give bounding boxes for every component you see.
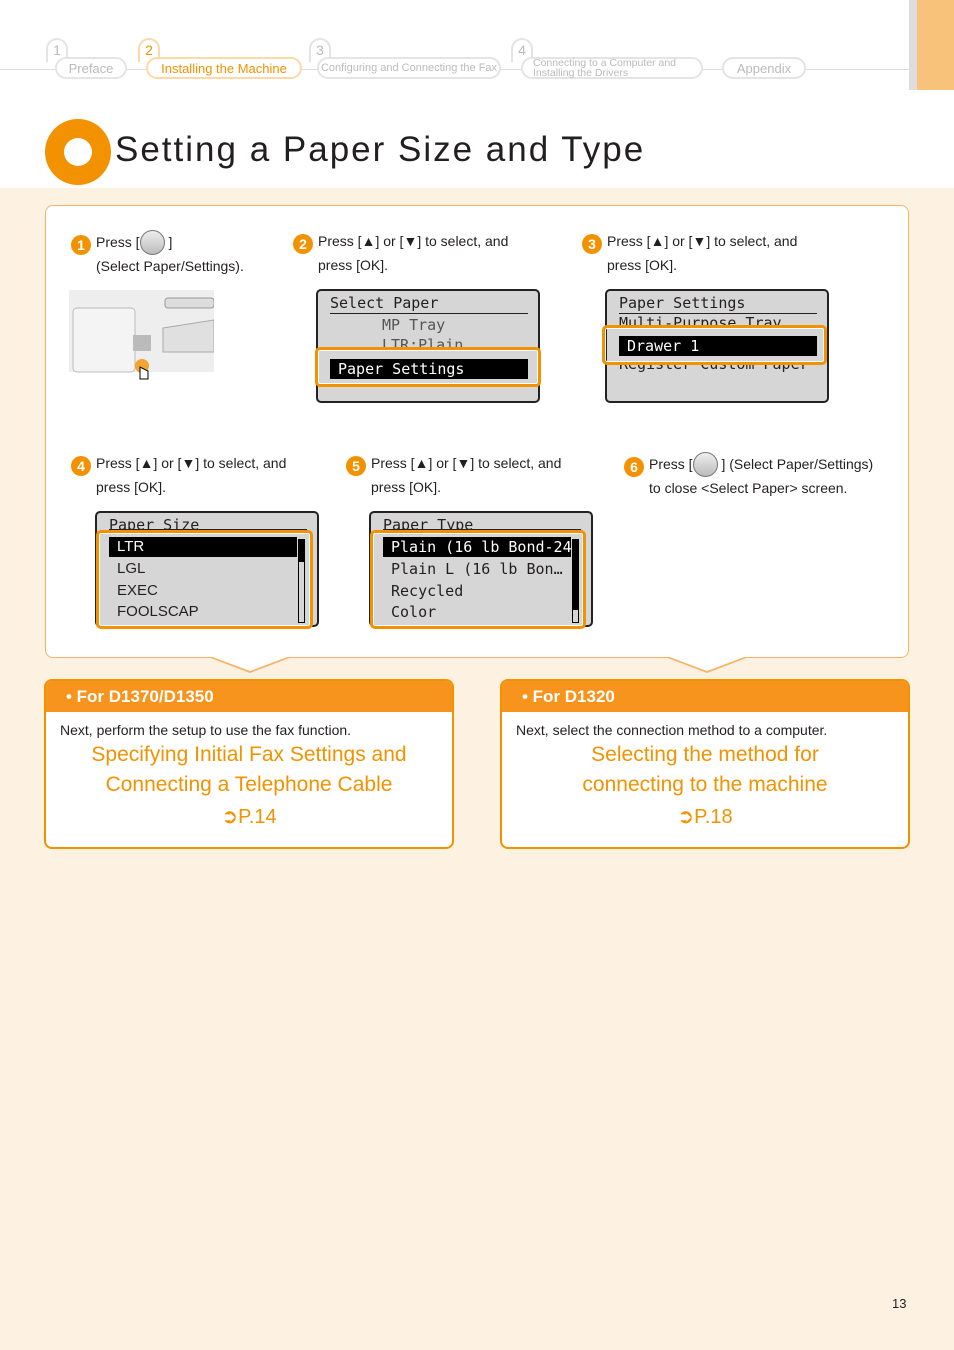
nav-computer[interactable]: Connecting to a Computer and Installing … <box>521 57 703 79</box>
highlight-frame <box>370 530 586 629</box>
lcd-header: Select Paper <box>330 293 528 314</box>
down-arrow-icon: ▼ <box>456 455 471 471</box>
arrow-circle-icon: ➲ <box>677 806 695 828</box>
up-arrow-icon: ▲ <box>414 455 429 471</box>
fax-settings-link[interactable]: Specifying Initial Fax Settings and Conne… <box>46 740 452 800</box>
box-heading: • For D1370/D1350 <box>46 681 452 712</box>
connection-method-link[interactable]: Selecting the method for connecting to th… <box>502 740 908 800</box>
nav-preface[interactable]: Preface <box>55 57 127 79</box>
step-number: 3 <box>582 234 602 254</box>
step-text: ] or [ <box>375 233 404 249</box>
up-arrow-icon: ▲ <box>361 233 376 249</box>
paper-settings-button-icon <box>692 452 718 477</box>
link-line[interactable]: Connecting a Telephone Cable <box>106 773 393 796</box>
panel-pointer <box>665 656 749 673</box>
highlight-frame <box>96 530 313 629</box>
step-text: (Select Paper/Settings). <box>96 258 244 274</box>
step-text: ] (Select Paper/Settings) <box>721 456 874 472</box>
panel-pointer <box>208 656 292 673</box>
chapter-tab <box>917 0 954 90</box>
step-text: press [OK]. <box>607 257 678 273</box>
step-number: 2 <box>293 234 313 254</box>
step-text: ] <box>168 234 173 250</box>
down-arrow-icon: ▼ <box>181 455 196 471</box>
step-text: press [OK]. <box>96 479 167 495</box>
lcd-row: MP Tray <box>382 316 446 334</box>
step-text: ] or [ <box>428 455 457 471</box>
step-text: Press [ <box>371 455 415 471</box>
step-number: 6 <box>624 457 644 477</box>
step-text: Press [ <box>96 234 140 250</box>
box-d1370-d1350: • For D1370/D1350 Next, perform the setu… <box>44 679 454 849</box>
step-text: Press [ <box>649 456 693 472</box>
step-text: ] to select, and <box>706 233 798 249</box>
box-intro: Next, select the connection method to a … <box>516 722 828 738</box>
link-line[interactable]: Selecting the method for <box>591 743 819 766</box>
lcd-header: Paper Type <box>383 515 581 530</box>
step-5: 5 Press [▲] or [▼] to select, and press [… <box>346 452 561 499</box>
step-text: ] or [ <box>153 455 182 471</box>
title-bullet-icon <box>45 119 111 185</box>
step-2: 2 Press [▲] or [▼] to select, and press [… <box>293 230 508 277</box>
step-number: 1 <box>71 235 91 255</box>
step-number: 5 <box>346 456 366 476</box>
page-title: Setting a Paper Size and Type <box>115 130 646 169</box>
step-3: 3 Press [▲] or [▼] to select, and press [… <box>582 230 797 277</box>
highlight-frame <box>602 325 827 365</box>
lcd-header: Paper Settings <box>619 293 817 314</box>
control-panel-illustration <box>69 290 214 380</box>
page-reference[interactable]: ➲P.14 <box>46 804 452 829</box>
page-link[interactable]: P.18 <box>694 806 733 828</box>
step-4: 4 Press [▲] or [▼] to select, and press [… <box>71 452 286 499</box>
down-arrow-icon: ▼ <box>692 233 707 249</box>
up-arrow-icon: ▲ <box>650 233 665 249</box>
step-text: Press [ <box>96 455 140 471</box>
nav-appendix[interactable]: Appendix <box>722 57 806 79</box>
step-text: ] to select, and <box>470 455 562 471</box>
side-strip <box>909 0 917 90</box>
arrow-circle-icon: ➲ <box>221 806 239 828</box>
lcd-row: Multi-Purpose Tray <box>619 314 782 325</box>
nav-fax[interactable]: Configuring and Connecting the Fax <box>317 57 501 79</box>
step-text: ] to select, and <box>195 455 287 471</box>
page-link[interactable]: P.14 <box>238 806 277 828</box>
box-d1320: • For D1320 Next, select the connection … <box>500 679 910 849</box>
paper-settings-button-icon <box>139 230 165 255</box>
box-intro: Next, perform the setup to use the fax f… <box>60 722 352 738</box>
link-line[interactable]: connecting to the machine <box>582 773 827 796</box>
lcd-header: Paper Size <box>109 515 307 530</box>
step-text: Press [ <box>318 233 362 249</box>
page-reference[interactable]: ➲P.18 <box>502 804 908 829</box>
step-text: ] to select, and <box>417 233 509 249</box>
step-6: 6 Press [ ] (Select Paper/Settings) to cl… <box>624 452 873 500</box>
link-line[interactable]: Specifying Initial Fax Settings and <box>91 743 406 766</box>
step-text: ] or [ <box>664 233 693 249</box>
step-1: 1 Press [ ] (Select Paper/Settings). <box>71 230 244 278</box>
up-arrow-icon: ▲ <box>139 455 154 471</box>
step-text: Press [ <box>607 233 651 249</box>
nav-installing[interactable]: Installing the Machine <box>146 57 302 79</box>
highlight-frame <box>315 347 541 387</box>
lcd-row: LTR:Plain <box>382 336 464 347</box>
page-number: 13 <box>892 1296 907 1311</box>
box-heading: • For D1320 <box>502 681 908 712</box>
step-number: 4 <box>71 456 91 476</box>
step-text: to close <Select Paper> screen. <box>649 480 848 496</box>
step-text: press [OK]. <box>318 257 389 273</box>
down-arrow-icon: ▼ <box>403 233 418 249</box>
step-text: press [OK]. <box>371 479 442 495</box>
